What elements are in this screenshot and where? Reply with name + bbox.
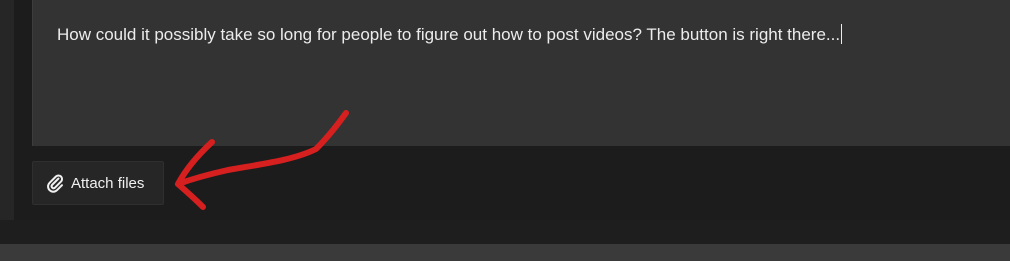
text-caret: [841, 24, 843, 44]
attach-files-label: Attach files: [71, 174, 145, 192]
message-editor[interactable]: How could it possibly take so long for p…: [32, 0, 1010, 146]
attach-files-button[interactable]: Attach files: [32, 161, 164, 205]
left-gutter: [0, 0, 14, 220]
message-text: How could it possibly take so long for p…: [57, 25, 841, 44]
paperclip-icon: [45, 173, 65, 193]
footer-bar: [0, 244, 1010, 261]
